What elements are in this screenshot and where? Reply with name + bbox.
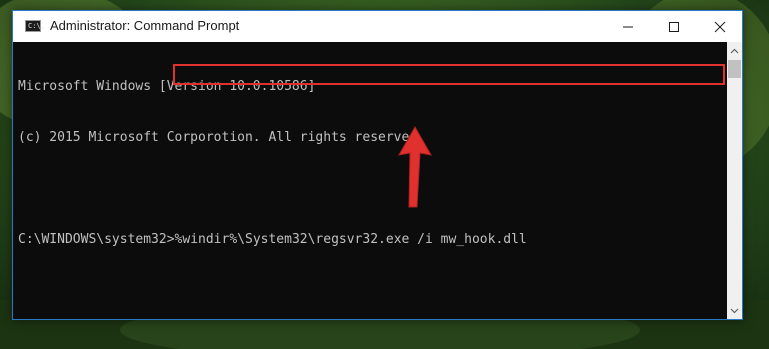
command-highlight-box — [173, 64, 725, 85]
close-button[interactable] — [697, 11, 743, 42]
chevron-down-icon — [730, 308, 739, 313]
cmd-icon[interactable]: C:\. — [25, 20, 45, 32]
maximize-button[interactable] — [651, 11, 697, 42]
title-bar[interactable]: C:\. Administrator: Command Prompt — [13, 11, 742, 42]
scroll-down-button[interactable] — [727, 302, 742, 319]
command-prompt-window: C:\. Administrator: Command Prompt Micro… — [12, 10, 743, 320]
maximize-icon — [669, 21, 679, 32]
command-line[interactable]: C:\WINDOWS\system32>%windir%\System32\re… — [18, 231, 727, 248]
minimize-button[interactable] — [605, 11, 651, 42]
scroll-thumb[interactable] — [728, 60, 741, 78]
scroll-up-button[interactable] — [727, 42, 742, 59]
vertical-scrollbar[interactable] — [727, 42, 742, 319]
console-line-copyright: (c) 2015 Microsoft Corporotion. All righ… — [18, 130, 425, 145]
command-prompt-path: C:\WINDOWS\system32> — [18, 232, 175, 247]
minimize-icon — [623, 26, 633, 27]
close-icon — [714, 21, 726, 32]
chevron-up-icon — [730, 48, 739, 53]
command-text[interactable]: %windir%\System32\regsvr32.exe /i mw_hoo… — [175, 232, 527, 247]
red-arrow-icon — [398, 125, 432, 208]
window-title: Administrator: Command Prompt — [50, 18, 240, 33]
